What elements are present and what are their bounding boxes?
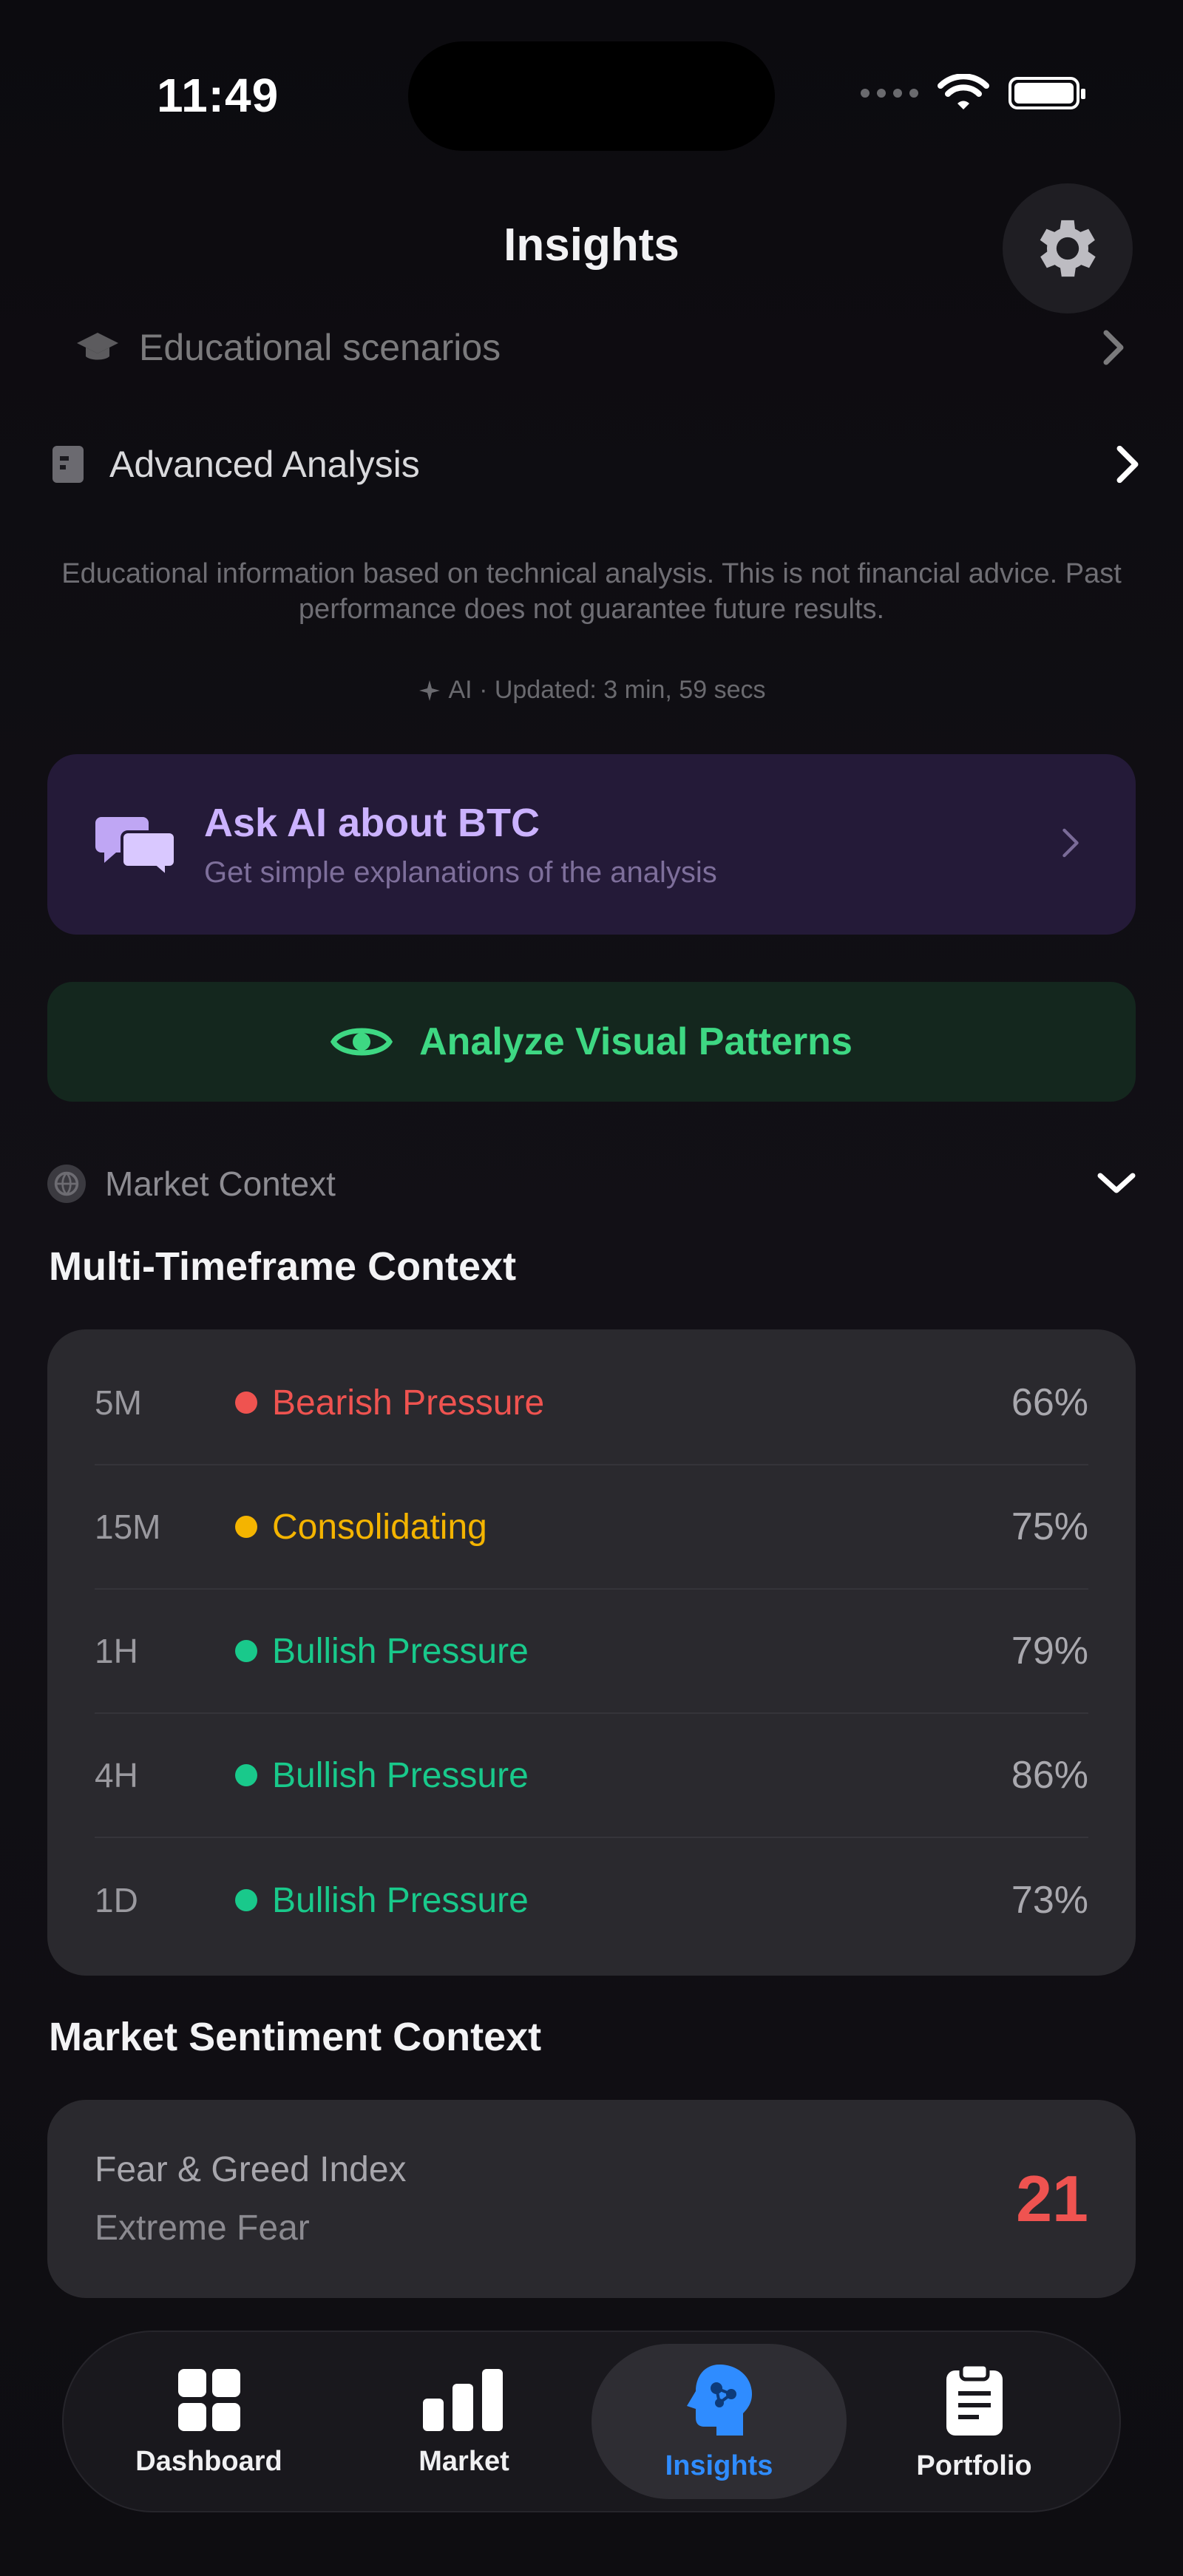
gear-icon bbox=[1040, 220, 1096, 277]
educational-scenarios-row[interactable]: Educational scenarios bbox=[74, 318, 1124, 377]
globe-icon bbox=[47, 1165, 86, 1203]
tab-dashboard-label: Dashboard bbox=[135, 2445, 282, 2477]
timeframe-card: 5M Bearish Pressure 66% 15M Consolidatin… bbox=[47, 1329, 1136, 1976]
timeframe-row: 4H Bullish Pressure 86% bbox=[95, 1714, 1088, 1838]
chevron-down-icon bbox=[1097, 1173, 1136, 1193]
market-context-toggle[interactable]: Market Context bbox=[47, 1158, 1136, 1210]
ask-ai-card[interactable]: Ask AI about BTC Get simple explanations… bbox=[47, 754, 1136, 935]
ask-ai-subtitle: Get simple explanations of the analysis bbox=[204, 855, 717, 889]
ai-updated-info: AI · Updated: 3 min, 59 secs bbox=[0, 676, 1183, 705]
status-time: 11:49 bbox=[157, 69, 279, 122]
multi-timeframe-title: Multi-Timeframe Context bbox=[49, 1244, 517, 1289]
status-bar: 11:49 bbox=[0, 0, 1183, 177]
status-dot bbox=[235, 1516, 257, 1538]
graduation-cap-icon bbox=[77, 333, 118, 360]
grid-icon bbox=[177, 2368, 240, 2431]
tab-insights-label: Insights bbox=[665, 2450, 773, 2481]
market-context-label: Market Context bbox=[105, 1165, 336, 1203]
status-dot bbox=[235, 1764, 257, 1786]
fear-greed-value: 21 bbox=[1016, 2162, 1088, 2235]
timeframe-status: Bullish Pressure bbox=[272, 1631, 529, 1671]
clipboard-icon bbox=[946, 2362, 1003, 2436]
document-icon bbox=[52, 446, 84, 483]
advanced-analysis-label: Advanced Analysis bbox=[109, 444, 420, 485]
fear-greed-label: Fear & Greed Index bbox=[95, 2150, 407, 2189]
fear-greed-card: Fear & Greed Index Extreme Fear 21 bbox=[47, 2100, 1136, 2298]
battery-icon bbox=[1009, 77, 1085, 109]
tab-portfolio-label: Portfolio bbox=[916, 2450, 1032, 2481]
chevron-right-icon bbox=[1116, 445, 1139, 484]
status-dot bbox=[235, 1640, 257, 1662]
tab-insights[interactable]: Insights bbox=[592, 2344, 847, 2499]
bar-chart-icon bbox=[422, 2368, 503, 2431]
timeframe-status: Consolidating bbox=[272, 1507, 487, 1547]
timeframe-percent: 73% bbox=[1011, 1879, 1088, 1922]
chevron-right-icon bbox=[1062, 828, 1079, 857]
status-dot bbox=[235, 1889, 257, 1911]
tab-dashboard[interactable]: Dashboard bbox=[81, 2344, 336, 2499]
timeframe-status: Bullish Pressure bbox=[272, 1755, 529, 1795]
timeframe-percent: 66% bbox=[1011, 1381, 1088, 1424]
ai-updated-text: AI · Updated: 3 min, 59 secs bbox=[448, 676, 766, 704]
timeframe-label: 1H bbox=[95, 1632, 138, 1670]
market-sentiment-title: Market Sentiment Context bbox=[49, 2015, 542, 2059]
tab-market-label: Market bbox=[418, 2445, 509, 2477]
dynamic-island bbox=[408, 41, 775, 151]
disclaimer-text: Educational information based on technic… bbox=[61, 558, 1122, 625]
status-dot bbox=[235, 1392, 257, 1414]
educational-scenarios-label: Educational scenarios bbox=[139, 327, 501, 368]
tab-bar: Dashboard Market Insights Portfolio bbox=[62, 2331, 1121, 2512]
sparkle-icon bbox=[418, 679, 440, 701]
cellular-signal-icon bbox=[861, 89, 918, 98]
timeframe-label: 5M bbox=[95, 1383, 142, 1422]
fear-greed-state: Extreme Fear bbox=[95, 2209, 310, 2248]
timeframe-percent: 86% bbox=[1011, 1754, 1088, 1797]
tab-portfolio[interactable]: Portfolio bbox=[847, 2344, 1102, 2499]
timeframe-row: 5M Bearish Pressure 66% bbox=[95, 1341, 1088, 1465]
brain-icon bbox=[686, 2364, 752, 2436]
analyze-visual-patterns-button[interactable]: Analyze Visual Patterns bbox=[47, 982, 1136, 1102]
chevron-right-icon bbox=[1103, 330, 1124, 365]
ask-ai-title: Ask AI about BTC bbox=[204, 800, 540, 845]
timeframe-row: 15M Consolidating 75% bbox=[95, 1465, 1088, 1590]
timeframe-status: Bullish Pressure bbox=[272, 1880, 529, 1920]
timeframe-status: Bearish Pressure bbox=[272, 1383, 545, 1423]
settings-button[interactable] bbox=[1003, 183, 1133, 313]
insights-screen: 11:49 Insights Educational scenarios Adv… bbox=[0, 0, 1183, 2576]
timeframe-label: 4H bbox=[95, 1756, 138, 1794]
advanced-analysis-row[interactable]: Advanced Analysis bbox=[44, 435, 1139, 494]
timeframe-label: 1D bbox=[95, 1881, 138, 1919]
eye-icon bbox=[331, 1028, 393, 1056]
timeframe-percent: 75% bbox=[1011, 1505, 1088, 1548]
wifi-icon bbox=[938, 74, 989, 109]
timeframe-row: 1H Bullish Pressure 79% bbox=[95, 1590, 1088, 1714]
timeframe-percent: 79% bbox=[1011, 1630, 1088, 1672]
analyze-visual-patterns-label: Analyze Visual Patterns bbox=[419, 1020, 852, 1063]
timeframe-label: 15M bbox=[95, 1508, 161, 1546]
timeframe-row: 1D Bullish Pressure 73% bbox=[95, 1838, 1088, 1962]
chat-bubbles-icon bbox=[95, 817, 177, 878]
tab-market[interactable]: Market bbox=[336, 2344, 592, 2499]
status-indicators bbox=[861, 74, 1085, 112]
